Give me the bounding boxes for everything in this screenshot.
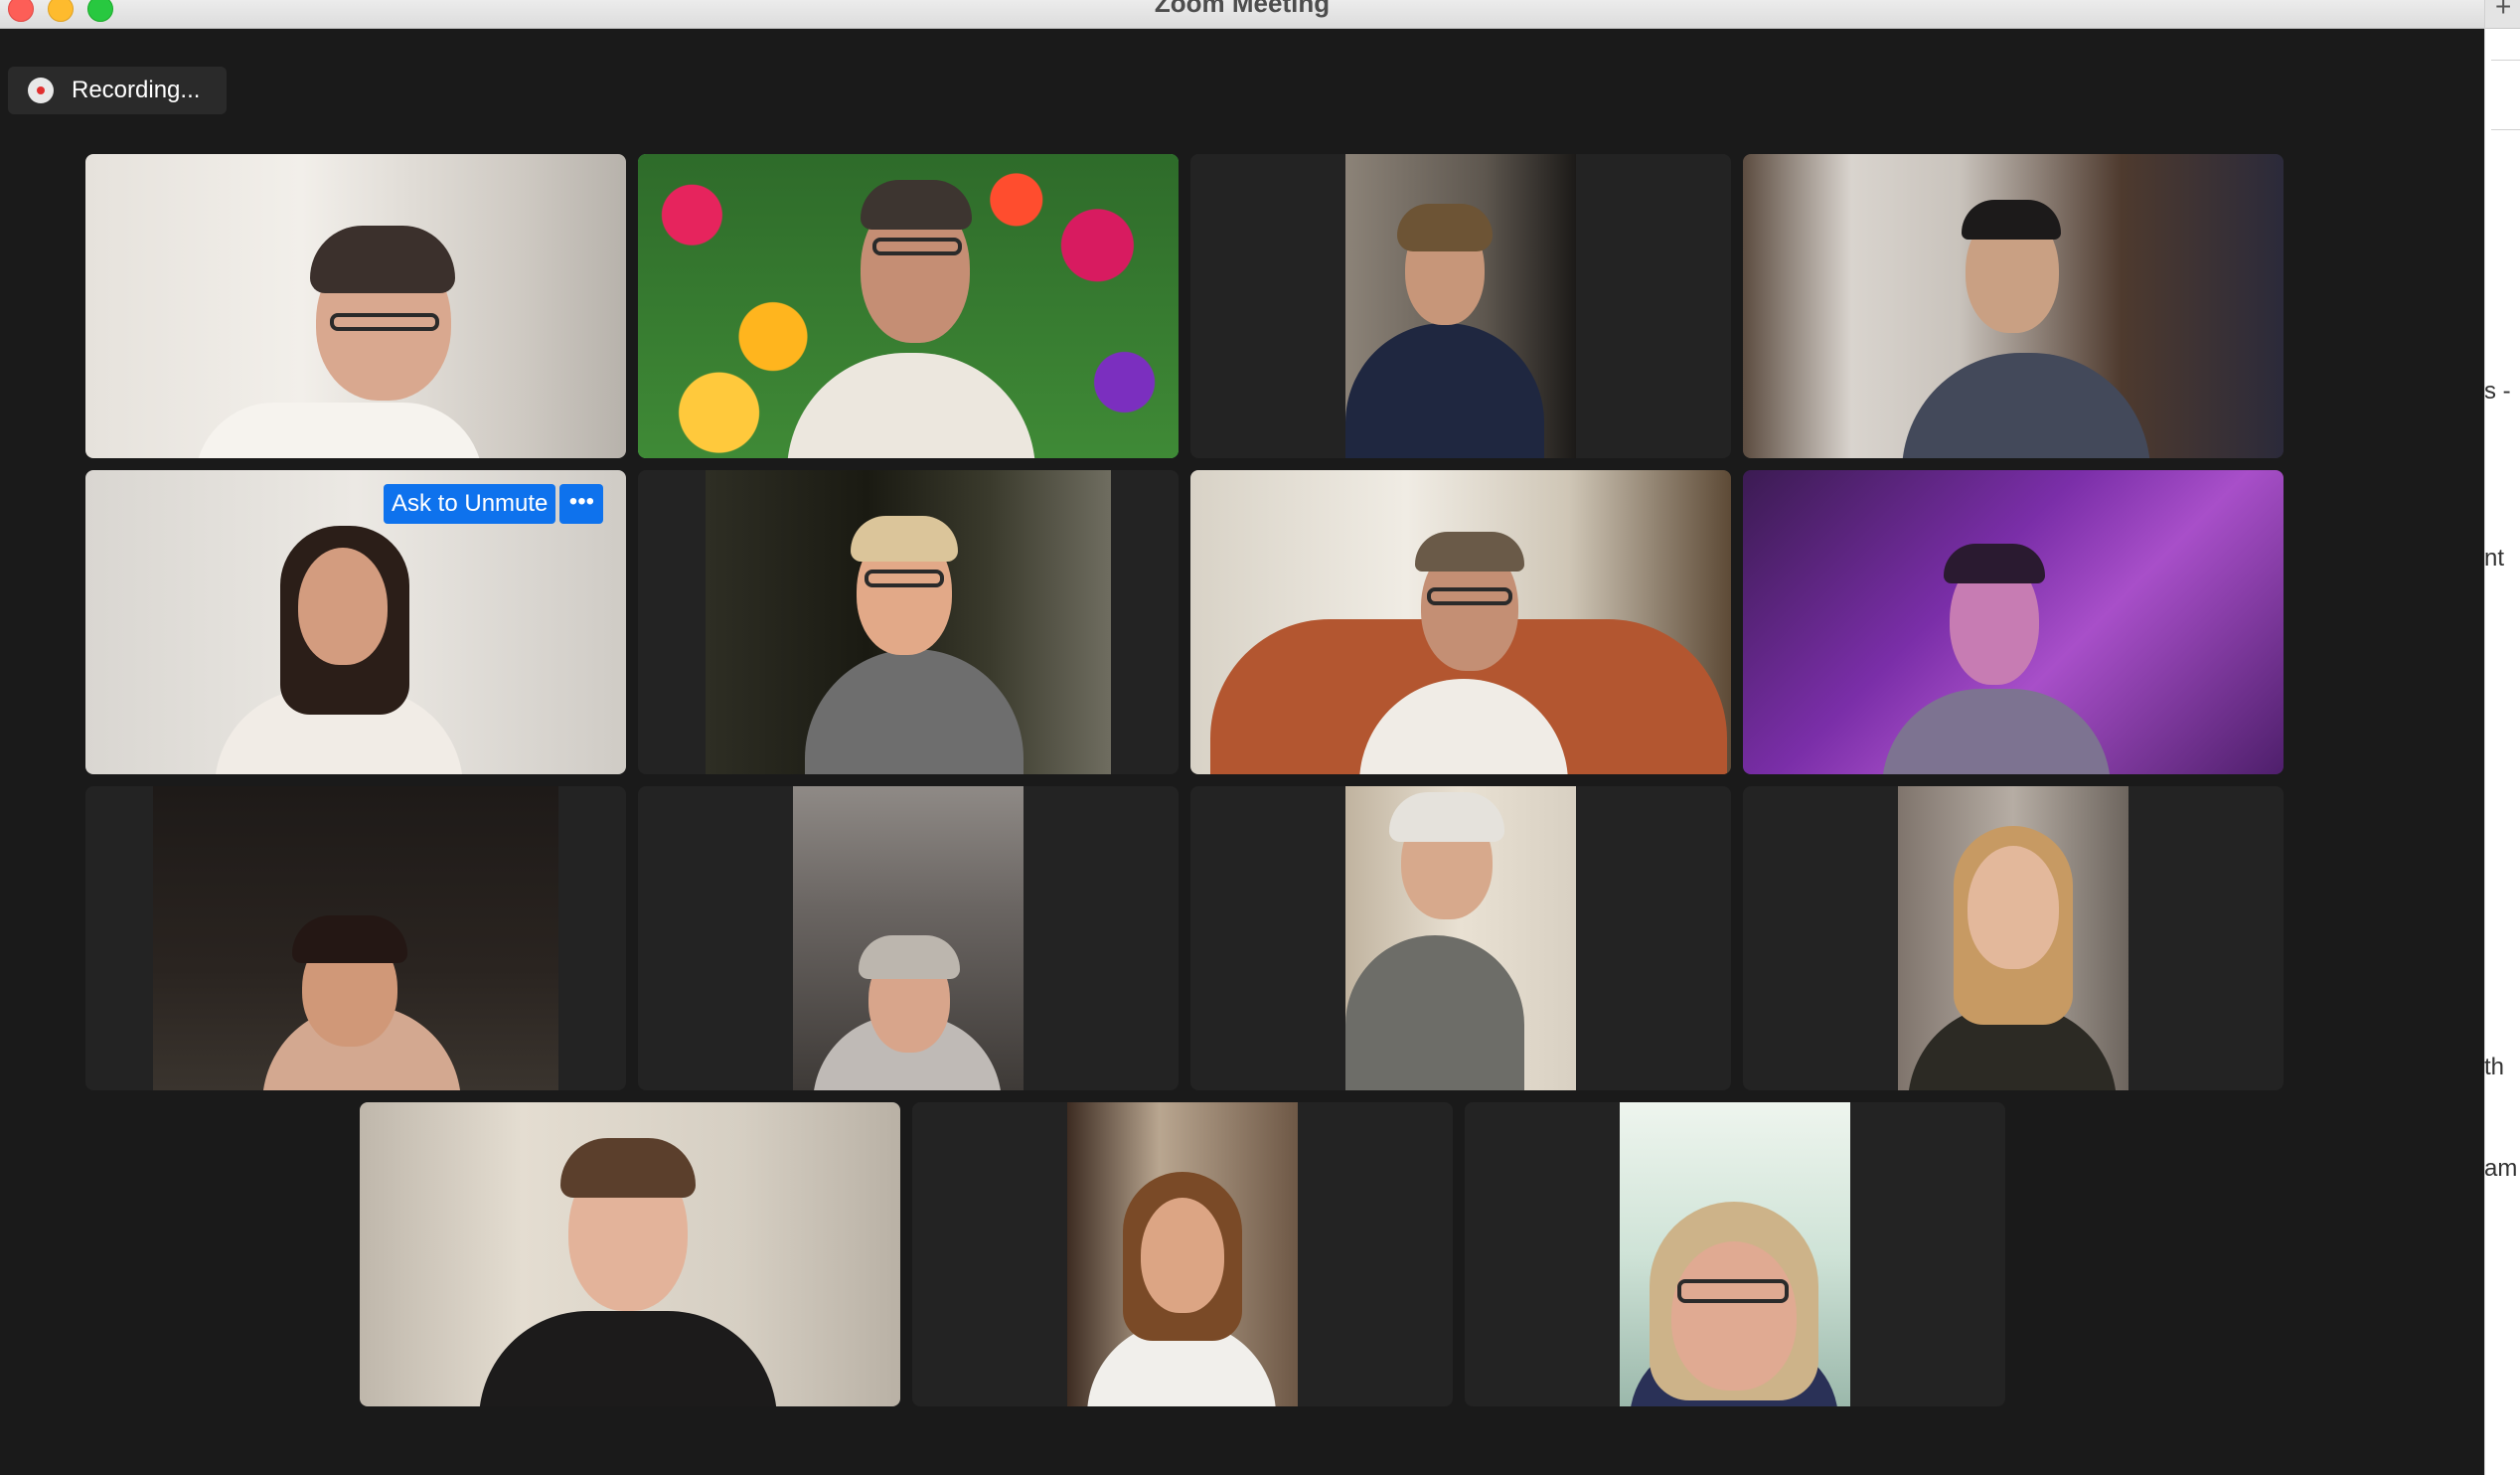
participant-tile-13[interactable] [360,1102,900,1406]
participant-tile-8[interactable] [1743,470,2284,774]
participant-video [360,1102,900,1406]
participant-video [1743,154,2284,458]
participant-tile-2[interactable] [638,154,1179,458]
participant-video [1743,470,2284,774]
participant-video [1620,1102,1850,1406]
divider [2491,60,2520,61]
window-titlebar: Zoom Meeting [0,0,2484,29]
participant-video [153,786,558,1090]
participant-tile-5[interactable]: Ask to Unmute ••• [85,470,626,774]
unmute-controls: Ask to Unmute ••• [384,484,604,524]
participant-video [1345,786,1576,1090]
participant-tile-3[interactable] [1190,154,1731,458]
participant-tile-9[interactable] [85,786,626,1090]
participant-tile-6[interactable] [638,470,1179,774]
participant-tile-10[interactable] [638,786,1179,1090]
side-panel-text: am [2484,1155,2518,1182]
participant-tile-12[interactable] [1743,786,2284,1090]
more-options-button[interactable]: ••• [559,484,604,524]
participant-video [1190,470,1731,774]
record-icon [28,78,54,103]
participant-video [706,470,1111,774]
side-panel-text: th [2484,1054,2505,1080]
participant-tile-15[interactable] [1465,1102,2005,1406]
side-panel-text: s - [2484,378,2511,405]
participant-video [85,154,626,458]
participant-video [1345,154,1576,458]
participant-tile-1[interactable] [85,154,626,458]
gallery-view: Recording... Ask to Unmute ••• [0,29,2484,1475]
recording-label: Recording... [72,77,201,103]
participant-tile-4[interactable] [1743,154,2284,458]
side-panel-text: nt [2484,545,2505,572]
recording-indicator[interactable]: Recording... [8,67,227,114]
ask-to-unmute-button[interactable]: Ask to Unmute [384,484,556,524]
divider [2491,129,2520,130]
participant-video [793,786,1024,1090]
participant-video [1067,1102,1298,1406]
new-tab-button[interactable]: + [2485,0,2520,29]
participant-video [638,154,1179,458]
participant-video [1898,786,2128,1090]
side-panel: + [2484,0,2520,1475]
participant-tile-11[interactable] [1190,786,1731,1090]
participant-tile-7[interactable] [1190,470,1731,774]
participant-tile-14[interactable] [912,1102,1453,1406]
window-title: Zoom Meeting [1154,0,1331,18]
